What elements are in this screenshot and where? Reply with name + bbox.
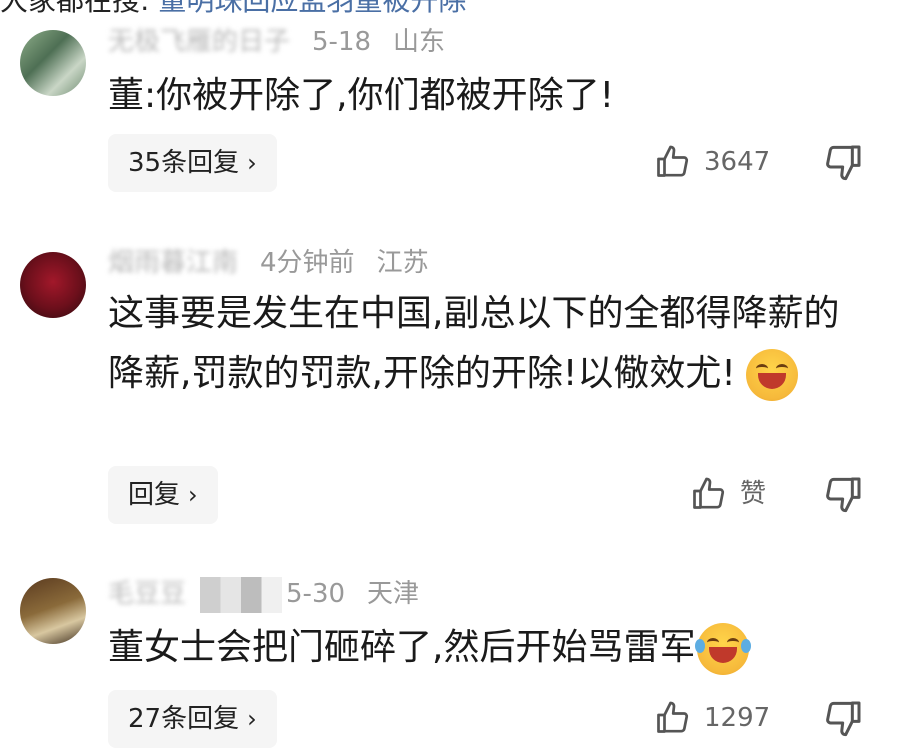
thumbs-up-icon [693, 477, 725, 509]
comment-time: 4分钟前 [260, 248, 355, 278]
comment-meta: 毛豆豆 5-30 天津 [108, 574, 419, 614]
reply-label: 回复 [128, 480, 181, 510]
avatar[interactable] [20, 578, 86, 644]
username[interactable]: 毛豆豆 [108, 579, 186, 609]
view-replies-button[interactable]: 35条回复 › [108, 134, 277, 192]
chevron-right-icon: › [188, 481, 198, 509]
comment-meta: 无极飞雁的日子 5-18 山东 [108, 22, 445, 62]
thumbs-down-icon[interactable] [824, 696, 864, 740]
username[interactable]: 烟雨暮江南 [108, 248, 238, 278]
view-replies-button[interactable]: 27条回复 › [108, 690, 277, 748]
like-button[interactable]: 3647 [654, 140, 770, 184]
search-suggestion-fragment[interactable]: 大家都在搜: 董明珠回应孟羽童被开除 [0, 0, 466, 16]
comment-location: 江苏 [376, 248, 429, 278]
chevron-right-icon: › [247, 705, 257, 733]
avatar[interactable] [20, 252, 86, 318]
comment-text: 董女士会把门砸碎了,然后开始骂雷军 [108, 618, 868, 678]
avatar[interactable] [20, 30, 86, 96]
redacted-mosaic [200, 576, 283, 613]
comment-text-content: 这事要是发生在中国,副总以下的全都得降薪的降薪,罚款的罚款,开除的开除!以儆效尤… [108, 293, 840, 394]
comment-time: 5-18 [312, 27, 372, 57]
laughing-emoji-icon [745, 349, 798, 401]
comment-text-content: 董女士会把门砸碎了,然后开始骂雷军 [108, 627, 696, 668]
crying-laughing-emoji-icon [695, 623, 752, 675]
comment-meta: 烟雨暮江南 4分钟前 江苏 [108, 243, 429, 283]
username[interactable]: 无极飞雁的日子 [108, 27, 290, 57]
reply-count-label: 27条回复 [128, 704, 240, 734]
like-count: 赞 [740, 479, 767, 509]
like-count: 1297 [704, 703, 771, 733]
comment-location: 山东 [393, 27, 446, 57]
thumbs-down-icon[interactable] [824, 472, 864, 516]
thumbs-up-icon [657, 145, 689, 177]
like-button[interactable]: 1297 [654, 696, 770, 740]
thumbs-down-icon[interactable] [824, 140, 864, 184]
reply-count-label: 35条回复 [128, 148, 240, 178]
comment-text: 这事要是发生在中国,副总以下的全都得降薪的降薪,罚款的罚款,开除的开除!以儆效尤… [108, 284, 868, 404]
comment-location: 天津 [367, 579, 420, 609]
comment-time: 5-30 [286, 579, 346, 609]
like-count: 3647 [704, 147, 771, 177]
search-suggestion-prefix: 大家都在搜: [0, 0, 150, 17]
comment-text: 董:你被开除了,你们都被开除了! [108, 75, 615, 116]
search-suggestion-link[interactable]: 董明珠回应孟羽童被开除 [158, 0, 466, 17]
like-button[interactable]: 赞 [690, 472, 766, 516]
chevron-right-icon: › [247, 149, 257, 177]
reply-button[interactable]: 回复 › [108, 466, 218, 524]
thumbs-up-icon [657, 701, 689, 733]
